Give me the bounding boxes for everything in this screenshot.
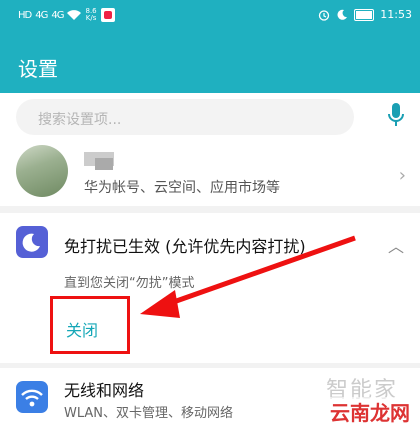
battery-icon — [354, 8, 375, 21]
account-row[interactable]: 华为帐号、云空间、应用市场等 › — [0, 140, 420, 206]
wifi-icon — [16, 381, 48, 413]
blurred-account-name-2 — [95, 158, 113, 170]
app-notification-icon — [100, 8, 115, 22]
chevron-up-icon[interactable]: ︿ — [388, 233, 404, 257]
status-bar: HD 4G 4G 8.6 K/s 11:53 — [0, 0, 420, 32]
chevron-right-icon: › — [398, 165, 406, 186]
microphone-icon[interactable] — [386, 101, 406, 129]
dnd-card: 免打扰已生效 (允许优先内容打扰) ︿ 直到您关闭“勿扰”模式 关闭 — [0, 213, 420, 363]
page-title: 设置 — [18, 57, 58, 81]
wireless-subtitle: WLAN、双卡管理、移动网络 — [64, 406, 234, 421]
avatar — [16, 145, 68, 197]
wifi-status-icon — [67, 9, 82, 20]
highlight-box — [50, 296, 130, 354]
hd-indicator: HD — [18, 9, 32, 21]
signal-icon: 4G — [35, 9, 48, 21]
search-section: 搜索设置项... — [0, 93, 420, 140]
dnd-status-icon — [337, 9, 348, 20]
signal-icon-2: 4G — [51, 9, 64, 21]
moon-icon — [16, 226, 48, 258]
search-placeholder: 搜索设置项... — [38, 112, 122, 128]
search-input[interactable]: 搜索设置项... — [16, 99, 354, 135]
account-subtitle: 华为帐号、云空间、应用市场等 — [84, 180, 280, 196]
header-bar: HD 4G 4G 8.6 K/s 11:53 设置 — [0, 0, 420, 93]
dnd-title: 免打扰已生效 (允许优先内容打扰) — [64, 237, 306, 256]
clock: 11:53 — [380, 8, 412, 21]
dnd-description: 直到您关闭“勿扰”模式 — [64, 276, 195, 291]
wireless-title: 无线和网络 — [64, 381, 145, 400]
watermark-logo: 云南龙网 — [328, 397, 412, 426]
alarm-icon — [319, 9, 330, 21]
network-rate: 8.6 K/s — [85, 7, 97, 22]
